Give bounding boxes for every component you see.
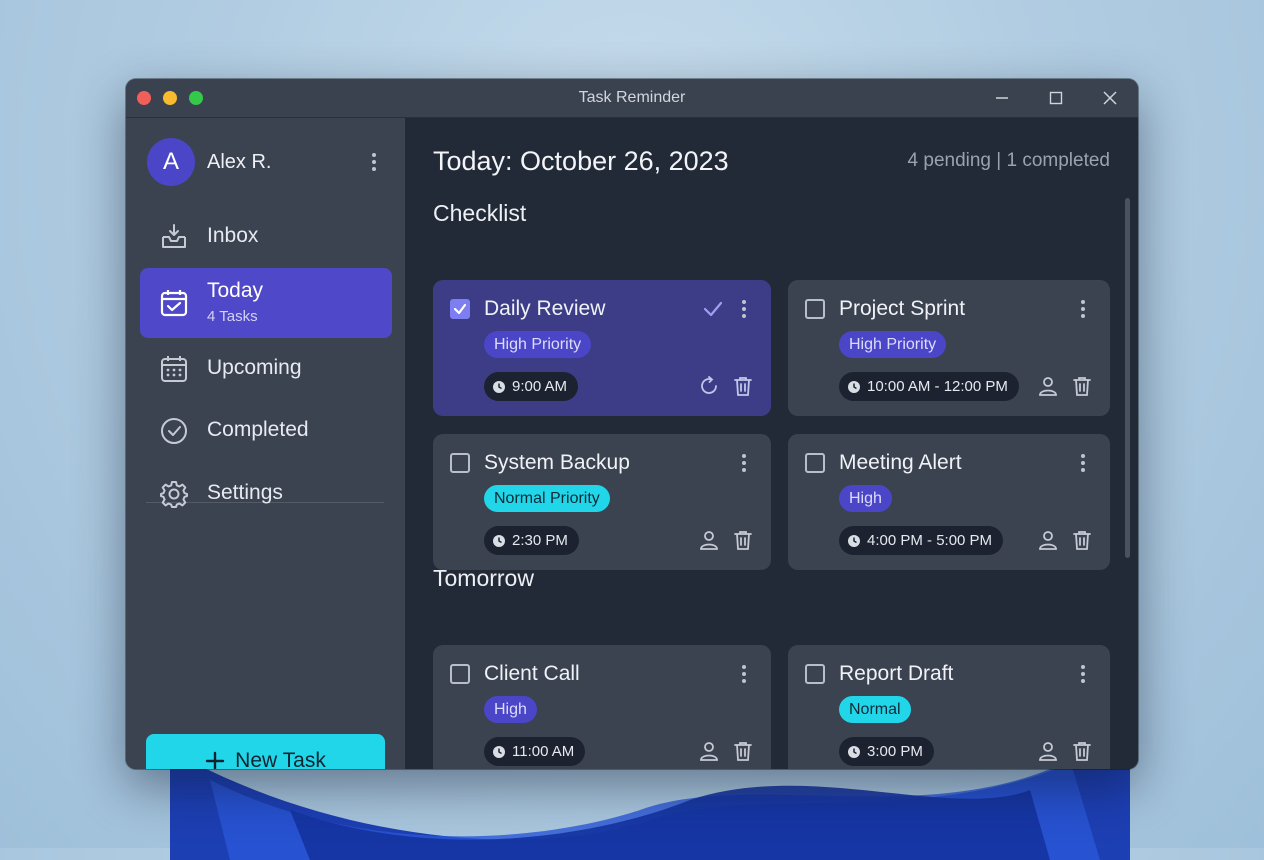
trash-icon[interactable]: [1071, 375, 1093, 397]
app-window: Task Reminder A Alex R. Inbox Today 4 Ta…: [126, 79, 1138, 769]
minimize-button[interactable]: [975, 79, 1029, 117]
sidebar-item-today[interactable]: Today 4 Tasks: [140, 268, 392, 338]
time-text: 2:30 PM: [512, 532, 568, 549]
user-icon[interactable]: [698, 740, 720, 762]
sidebar-item-count: 4 Tasks: [207, 308, 258, 325]
clock-icon: [493, 534, 505, 547]
task-card-meeting-alert[interactable]: Meeting Alert High 4:00 PM - 5:00 PM: [788, 434, 1110, 570]
clock-icon: [493, 745, 505, 758]
avatar[interactable]: A: [147, 138, 195, 186]
priority-badge: High Priority: [484, 331, 592, 358]
inbox-icon: [162, 224, 186, 248]
sidebar-item-label: Completed: [207, 418, 309, 441]
trash-icon[interactable]: [1071, 740, 1093, 762]
trash-icon[interactable]: [732, 375, 754, 397]
clock-icon: [848, 534, 860, 547]
calendar-check-icon: [160, 290, 188, 317]
new-task-label: New Task: [235, 748, 326, 770]
clock-icon: [848, 745, 860, 758]
priority-badge: Normal: [839, 696, 911, 723]
time-text: 11:00 AM: [512, 743, 575, 760]
task-title: Report Draft: [839, 662, 954, 685]
time-chip: 3:00 PM: [839, 737, 934, 766]
sidebar-item-label: Settings: [207, 481, 283, 504]
task-checkbox[interactable]: [805, 664, 825, 684]
close-button[interactable]: [1083, 79, 1137, 117]
priority-badge: High: [484, 696, 537, 723]
card-more-icon[interactable]: [734, 664, 754, 684]
section-title: Checklist: [433, 200, 527, 226]
user-name: Alex R.: [207, 151, 272, 173]
title-bar: Task Reminder: [126, 79, 1138, 118]
checkmark-icon: [453, 303, 467, 315]
maximize-icon: [1049, 91, 1063, 105]
scrollbar[interactable]: [1125, 198, 1130, 558]
task-card-system-backup[interactable]: System Backup Normal Priority 2:30 PM: [433, 434, 771, 570]
trash-icon[interactable]: [1071, 529, 1093, 551]
task-stats: 4 pending | 1 completed: [907, 150, 1110, 171]
task-checkbox[interactable]: [805, 299, 825, 319]
main-panel: Today: October 26, 2023 4 pending | 1 co…: [406, 118, 1138, 769]
repeat-icon[interactable]: [698, 375, 720, 397]
user-icon[interactable]: [698, 529, 720, 551]
time-chip: 9:00 AM: [484, 372, 579, 401]
trash-icon[interactable]: [732, 740, 754, 762]
sidebar-item-inbox[interactable]: Inbox: [140, 202, 392, 272]
sidebar-item-label: Inbox: [207, 224, 259, 247]
new-task-button[interactable]: New Task: [146, 734, 385, 769]
sidebar-item-settings[interactable]: Settings: [140, 459, 392, 529]
calendar-icon: [161, 356, 187, 382]
minimize-icon: [996, 97, 1008, 99]
task-card-project-sprint[interactable]: Project Sprint High Priority 10:00 AM - …: [788, 280, 1110, 416]
task-title: System Backup: [484, 451, 630, 474]
task-card-daily-review[interactable]: Daily Review High Priority 9:00 AM: [433, 280, 771, 416]
task-title: Project Sprint: [839, 297, 966, 320]
page-title: Today: October 26, 2023: [433, 146, 729, 176]
user-icon[interactable]: [1037, 529, 1059, 551]
task-title: Meeting Alert: [839, 451, 962, 474]
user-icon[interactable]: [1037, 375, 1059, 397]
priority-badge: High Priority: [839, 331, 947, 358]
card-more-icon[interactable]: [734, 453, 754, 473]
task-card-client-call[interactable]: Client Call High 11:00 AM: [433, 645, 771, 769]
time-chip: 10:00 AM - 12:00 PM: [839, 372, 1019, 401]
time-chip: 4:00 PM - 5:00 PM: [839, 526, 1004, 555]
task-checkbox[interactable]: [450, 299, 470, 319]
sidebar: A Alex R. Inbox Today 4 Tasks Upcoming C…: [126, 118, 405, 769]
task-checkbox[interactable]: [805, 453, 825, 473]
maximize-button[interactable]: [1029, 79, 1083, 117]
time-chip: 2:30 PM: [484, 526, 579, 555]
gear-icon: [160, 481, 188, 508]
time-text: 10:00 AM - 12:00 PM: [867, 378, 1008, 395]
task-card-report-draft[interactable]: Report Draft Normal 3:00 PM: [788, 645, 1110, 769]
sidebar-item-label: Today: [207, 279, 264, 302]
task-checkbox[interactable]: [450, 664, 470, 684]
time-text: 3:00 PM: [867, 743, 923, 760]
time-chip: 11:00 AM: [484, 737, 586, 766]
time-text: 9:00 AM: [512, 378, 568, 395]
priority-badge: High: [839, 485, 892, 512]
trash-icon[interactable]: [732, 529, 754, 551]
section-title: Tomorrow: [433, 565, 534, 591]
sidebar-item-completed[interactable]: Completed: [140, 396, 392, 466]
task-checkbox[interactable]: [450, 453, 470, 473]
card-more-icon[interactable]: [1073, 664, 1093, 684]
time-text: 4:00 PM - 5:00 PM: [867, 532, 993, 549]
task-title: Client Call: [484, 662, 580, 685]
user-more-icon[interactable]: [364, 152, 384, 172]
user-icon[interactable]: [1037, 740, 1059, 762]
task-title: Daily Review: [484, 297, 606, 320]
clock-icon: [848, 380, 860, 393]
plus-icon: [205, 751, 225, 769]
clock-icon: [493, 380, 505, 393]
card-more-icon[interactable]: [1073, 453, 1093, 473]
priority-badge: Normal Priority: [484, 485, 610, 512]
sidebar-item-upcoming[interactable]: Upcoming: [140, 334, 392, 404]
close-icon: [1103, 91, 1117, 105]
card-more-icon[interactable]: [734, 299, 754, 319]
sidebar-item-label: Upcoming: [207, 356, 302, 379]
card-more-icon[interactable]: [1073, 299, 1093, 319]
check-circle-icon: [161, 418, 187, 444]
completed-check-icon: [703, 301, 723, 317]
